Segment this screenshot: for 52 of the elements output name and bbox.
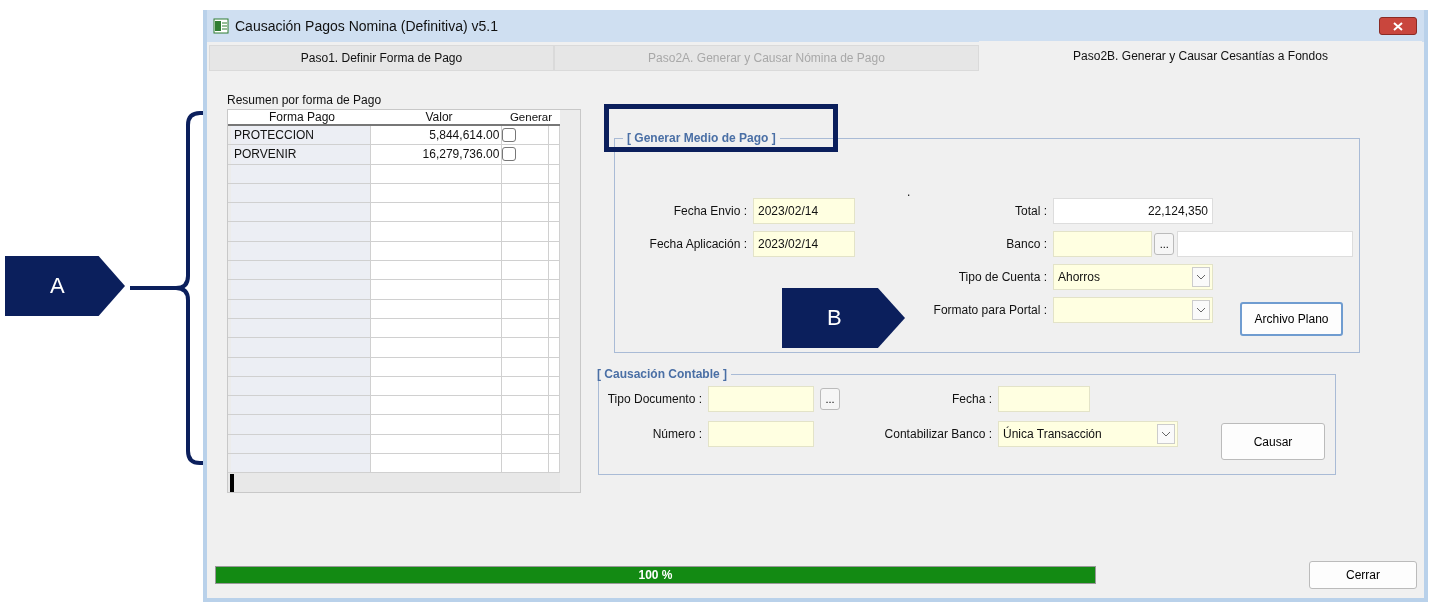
bank-posting-dropdown[interactable]: Única Transacción	[998, 420, 1178, 447]
text-cursor	[230, 473, 234, 492]
total-field[interactable]: 22,124,350	[1053, 197, 1213, 224]
column-header[interactable]: Forma Pago	[231, 110, 373, 124]
browse-button[interactable]: ...	[820, 387, 840, 410]
field-label: Fecha Aplicación :	[648, 236, 747, 251]
group-title: [ Causación Contable ]	[596, 367, 728, 381]
grid-title: Resumen por forma de Pago	[227, 93, 383, 107]
field-label: Fecha :	[950, 391, 992, 406]
bank-name-field[interactable]	[1177, 230, 1353, 257]
checkbox[interactable]	[502, 128, 517, 143]
tab[interactable]: Paso1. Definir Forma de Pago	[209, 45, 554, 71]
field-label: Total :	[1014, 203, 1047, 218]
chevron-down-icon	[1196, 306, 1206, 313]
date-field[interactable]: 2023/02/14	[753, 197, 855, 224]
checkbox[interactable]	[502, 147, 517, 162]
close-button[interactable]	[1379, 17, 1417, 35]
progress-text: 100 %	[637, 568, 674, 582]
table-cell: 16,279,736.00	[371, 145, 503, 164]
dot-text: .	[907, 185, 911, 199]
window-title: Causación Pagos Nomina (Definitiva) v5.1	[235, 18, 498, 34]
group-title: [ Generar Medio de Pago ]	[626, 131, 777, 145]
close-window-button[interactable]: Cerrar	[1309, 561, 1417, 589]
date-field[interactable]	[998, 385, 1090, 412]
field-label: Tipo de Cuenta :	[957, 269, 1047, 284]
callout-label: B	[782, 288, 905, 348]
field-label: Fecha Envio :	[672, 203, 747, 218]
table-cell: PROTECCION	[231, 126, 372, 145]
close-icon	[1393, 21, 1403, 31]
table-cell: PORVENIR	[231, 145, 372, 164]
column-header[interactable]: Valor	[373, 110, 505, 124]
chevron-down-icon	[1196, 273, 1206, 280]
callout-label: A	[5, 256, 125, 316]
field-label: Número :	[651, 426, 702, 441]
column-header[interactable]: Generar	[505, 110, 557, 124]
portal-format-dropdown[interactable]	[1053, 296, 1213, 323]
spreadsheet-icon	[213, 18, 229, 34]
field-label: Banco :	[1005, 236, 1047, 251]
browse-button[interactable]: ...	[1154, 232, 1175, 255]
table-cell: 5,844,614.00	[371, 126, 503, 145]
number-field[interactable]	[708, 420, 814, 447]
bank-code-field[interactable]	[1053, 230, 1153, 257]
chevron-down-icon	[1161, 430, 1171, 437]
horizontal-scrollbar[interactable]	[228, 473, 560, 492]
field-label: Formato para Portal :	[932, 302, 1047, 317]
flat-file-button[interactable]: Archivo Plano	[1240, 302, 1343, 336]
field-label: Contabilizar Banco :	[883, 426, 992, 441]
date-field[interactable]: 2023/02/14	[753, 230, 855, 257]
field-label: Tipo Documento :	[606, 391, 702, 406]
document-type-field[interactable]	[708, 385, 814, 412]
account-type-dropdown[interactable]: Ahorros	[1053, 263, 1213, 290]
post-button[interactable]: Causar	[1221, 423, 1325, 460]
